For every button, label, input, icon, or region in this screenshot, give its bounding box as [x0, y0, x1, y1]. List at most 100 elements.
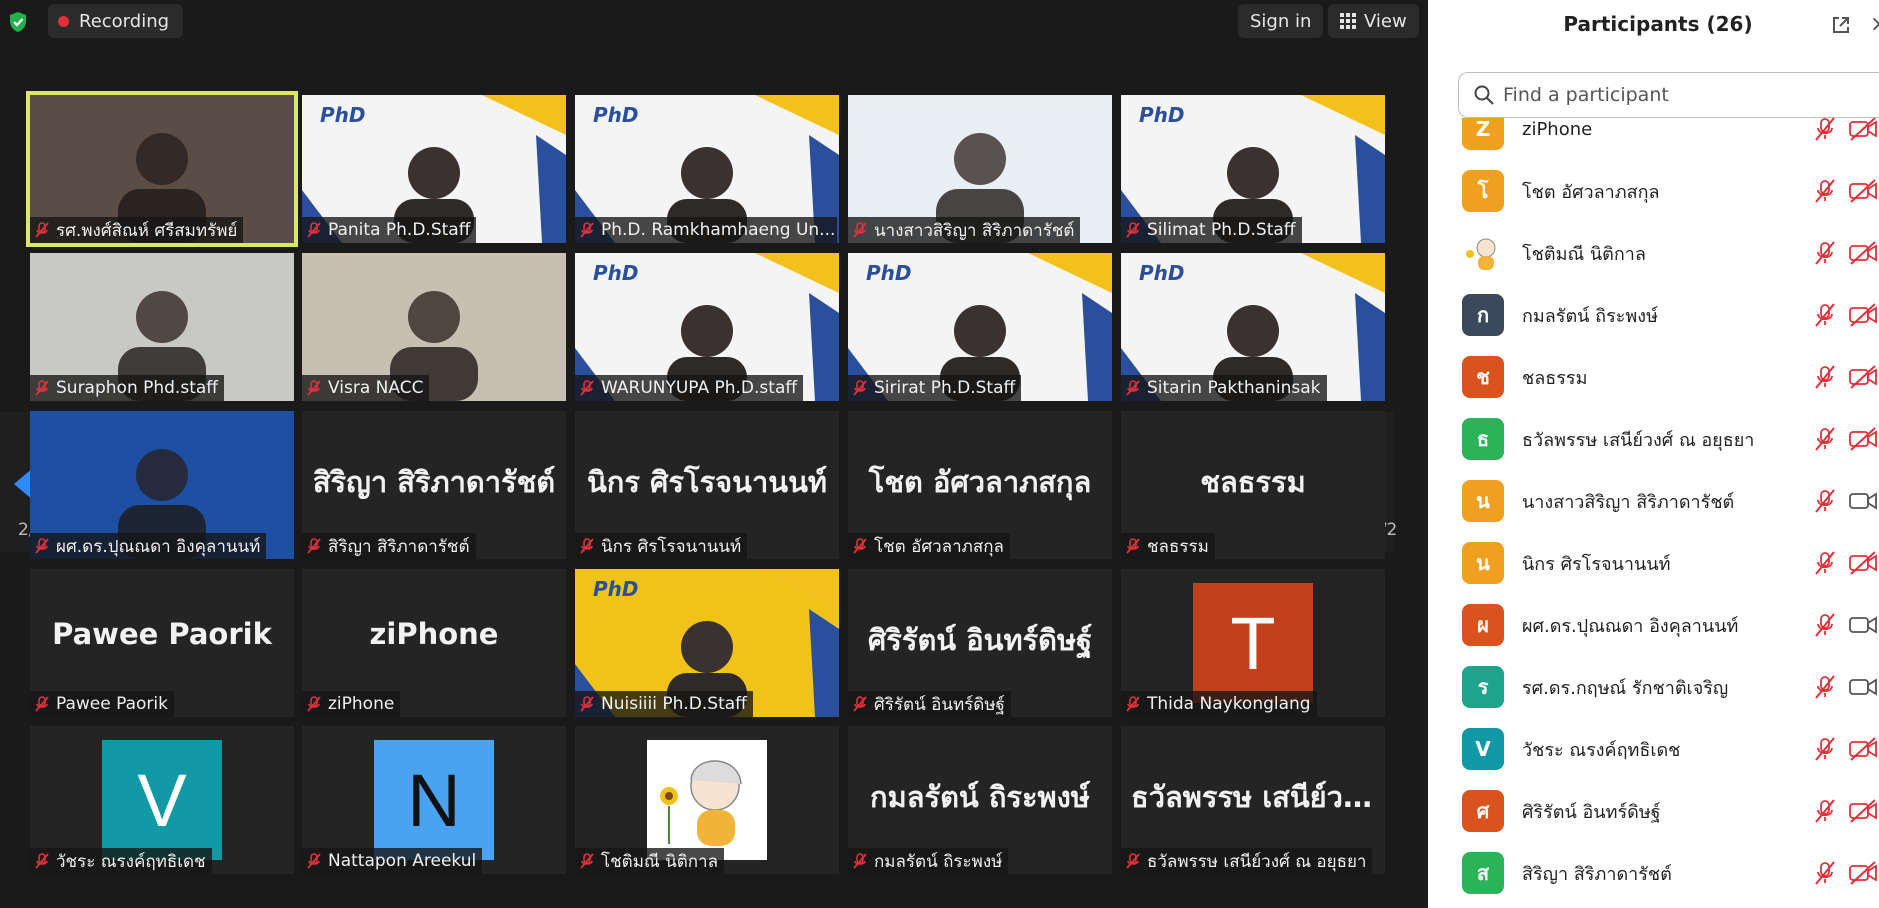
participant-video-tile[interactable]: PhD Silimat Ph.D.Staff: [1121, 95, 1385, 243]
muted-mic-icon[interactable]: [1812, 118, 1838, 142]
participant-list-item[interactable]: ธ ธวัลพรรษ เสนีย์วงศ์ ณ อยุธยา: [1428, 408, 1879, 470]
video-off-icon[interactable]: [1848, 240, 1878, 266]
view-label: View: [1364, 10, 1407, 32]
participant-video-tile[interactable]: ชลธรรม ชลธรรม: [1121, 411, 1385, 559]
muted-mic-icon: [580, 538, 594, 554]
participant-display-name: กมลรัตน์ ถิระพงษ์: [870, 780, 1090, 814]
phd-logo: PhD: [1139, 103, 1185, 127]
participant-video-tile[interactable]: ziPhone ziPhone: [302, 569, 566, 717]
participant-video-tile[interactable]: นิกร ศิรโรจนานนท์ นิกร ศิรโรจนานนท์: [575, 411, 839, 559]
participant-video-tile[interactable]: กมลรัตน์ ถิระพงษ์ กมลรัตน์ ถิระพงษ์: [848, 726, 1112, 874]
muted-mic-icon[interactable]: [1812, 550, 1838, 576]
muted-mic-icon: [307, 538, 321, 554]
muted-mic-icon: [1126, 853, 1140, 869]
muted-mic-icon[interactable]: [1812, 612, 1838, 638]
participant-name: รศ.พงศ์สิณห์ ศรีสมทรัพย์: [56, 220, 238, 241]
participant-name: โชต อัศวลาภสกุล: [874, 536, 1004, 557]
muted-mic-icon[interactable]: [1812, 364, 1838, 390]
participant-list-item[interactable]: ส สิริญา สิริภาดารัชต์: [1428, 842, 1879, 904]
participant-video-tile[interactable]: ผศ.ดร.ปุณณดา อิงคุลานนท์: [30, 411, 294, 559]
participant-list-item[interactable]: น นางสาวสิริญา สิริภาดารัชต์: [1428, 470, 1879, 532]
recording-indicator[interactable]: Recording: [48, 4, 184, 38]
participant-video-tile[interactable]: โชติมณี นิติกาล: [575, 726, 839, 874]
participant-name-label: ชลธรรม: [1121, 533, 1215, 559]
participant-name-label: Nuisiiii Ph.D.Staff: [575, 691, 753, 717]
video-off-icon[interactable]: [1848, 550, 1878, 576]
participant-video-tile[interactable]: PhD Ph.D. Ramkhamhaeng Un...: [575, 95, 839, 243]
muted-mic-icon[interactable]: [1812, 736, 1838, 762]
muted-mic-icon[interactable]: [1812, 302, 1838, 328]
participant-list-item[interactable]: โชติมณี นิติกาล: [1428, 222, 1879, 284]
video-off-icon[interactable]: [1848, 736, 1878, 762]
video-off-icon[interactable]: [1848, 426, 1878, 452]
participant-name-label: โชต อัศวลาภสกุล: [848, 533, 1010, 559]
video-off-icon[interactable]: [1848, 302, 1878, 328]
muted-mic-icon[interactable]: [1812, 240, 1838, 266]
participant-video-tile[interactable]: PhD Sirirat Ph.D.Staff: [848, 253, 1112, 401]
video-off-icon[interactable]: [1848, 860, 1878, 886]
video-off-icon[interactable]: [1848, 364, 1878, 390]
participant-list-item[interactable]: ZziPhone: [1428, 118, 1879, 160]
participant-list[interactable]: ZziPhone โ โชต อัศวลาภสกุลโชติมณี นิติกาลก…: [1428, 118, 1879, 908]
participant-video-tile[interactable]: สิริญา สิริภาดารัชต์ สิริญา สิริภาดารัชต์: [302, 411, 566, 559]
participant-list-item[interactable]: ก กมลรัตน์ ถิระพงษ์: [1428, 284, 1879, 346]
muted-mic-icon: [307, 380, 321, 396]
muted-mic-icon: [1126, 538, 1140, 554]
video-camera-icon[interactable]: [1848, 674, 1878, 700]
participant-initial-avatar: ร: [1462, 666, 1504, 708]
participant-list-item[interactable]: V วัชระ ณรงค์ฤทธิเดช: [1428, 718, 1879, 780]
participant-video-tile[interactable]: นางสาวสิริญา สิริภาดารัชต์: [848, 95, 1112, 243]
participant-video-tile[interactable]: ธวัลพรรษ เสนีย์ว... ธวัลพรรษ เสนีย์วงศ์ ณ…: [1121, 726, 1385, 874]
participant-video-tile[interactable]: โชต อัศวลาภสกุล โชต อัศวลาภสกุล: [848, 411, 1112, 559]
participant-list-item[interactable]: น นิกร ศิรโรจนานนท์: [1428, 532, 1879, 594]
participant-name-label: Silimat Ph.D.Staff: [1121, 217, 1302, 243]
participant-list-item[interactable]: ผ ผศ.ดร.ปุณณดา อิงคุลานนท์: [1428, 594, 1879, 656]
video-camera-icon[interactable]: [1848, 488, 1878, 514]
video-off-icon[interactable]: [1848, 178, 1878, 204]
participant-display-name: โชต อัศวลาภสกุล: [868, 465, 1092, 499]
muted-mic-icon[interactable]: [1812, 798, 1838, 824]
close-icon[interactable]: ×: [1870, 12, 1879, 37]
participant-search-input[interactable]: [1501, 83, 1865, 107]
muted-mic-icon: [35, 853, 49, 869]
pop-out-icon[interactable]: [1830, 14, 1852, 36]
view-button[interactable]: View: [1328, 4, 1419, 38]
phd-logo: PhD: [593, 103, 639, 127]
participant-video-tile[interactable]: ศิริรัตน์ อินทร์ดิษฐ์ ศิริรัตน์ อินทร์ดิษ…: [848, 569, 1112, 717]
participant-video-tile[interactable]: T Thida Naykonglang: [1121, 569, 1385, 717]
participant-video-tile[interactable]: N Nattapon Areekul: [302, 726, 566, 874]
participant-list-item[interactable]: ศ ศิริรัตน์ อินทร์ดิษฐ์: [1428, 780, 1879, 842]
participant-name: Silimat Ph.D.Staff: [1147, 220, 1296, 240]
video-off-icon[interactable]: [1848, 118, 1878, 142]
shield-check-icon[interactable]: [6, 10, 30, 34]
participant-initial-avatar: ผ: [1462, 604, 1504, 646]
muted-mic-icon[interactable]: [1812, 488, 1838, 514]
participant-video-tile[interactable]: V วัชระ ณรงค์ฤทธิเดช: [30, 726, 294, 874]
participant-video-tile[interactable]: PhD WARUNYUPA Ph.D.staff: [575, 253, 839, 401]
sign-in-button[interactable]: Sign in: [1238, 4, 1324, 38]
muted-mic-icon: [580, 853, 594, 869]
muted-mic-icon: [853, 380, 867, 396]
muted-mic-icon[interactable]: [1812, 860, 1838, 886]
participant-video-tile[interactable]: Suraphon Phd.staff: [30, 253, 294, 401]
participant-video-tile[interactable]: PhD Nuisiiii Ph.D.Staff: [575, 569, 839, 717]
participant-name: กมลรัตน์ ถิระพงษ์: [874, 851, 1003, 872]
participant-video-tile[interactable]: PhD Sitarin Pakthaninsak: [1121, 253, 1385, 401]
muted-mic-icon: [853, 222, 867, 238]
participant-list-name: โชติมณี นิติกาล: [1522, 243, 1646, 265]
participant-list-item[interactable]: ช ชลธรรม: [1428, 346, 1879, 408]
participant-search-box[interactable]: [1458, 72, 1879, 118]
video-off-icon[interactable]: [1848, 798, 1878, 824]
participant-video-tile[interactable]: PhD Panita Ph.D.Staff: [302, 95, 566, 243]
muted-mic-icon: [853, 853, 867, 869]
muted-mic-icon[interactable]: [1812, 674, 1838, 700]
participant-list-item[interactable]: ร รศ.ดร.กฤษณ์ รักชาติเจริญ: [1428, 656, 1879, 718]
participant-video-tile[interactable]: รศ.พงศ์สิณห์ ศรีสมทรัพย์: [26, 91, 298, 247]
participant-video-tile[interactable]: Pawee Paorik Pawee Paorik: [30, 569, 294, 717]
video-camera-icon[interactable]: [1848, 612, 1878, 638]
muted-mic-icon[interactable]: [1812, 426, 1838, 452]
participant-video-tile[interactable]: Visra NACC: [302, 253, 566, 401]
muted-mic-icon[interactable]: [1812, 178, 1838, 204]
participant-list-item[interactable]: โ โชต อัศวลาภสกุล: [1428, 160, 1879, 222]
participants-panel-title: Participants (26): [1563, 12, 1753, 36]
